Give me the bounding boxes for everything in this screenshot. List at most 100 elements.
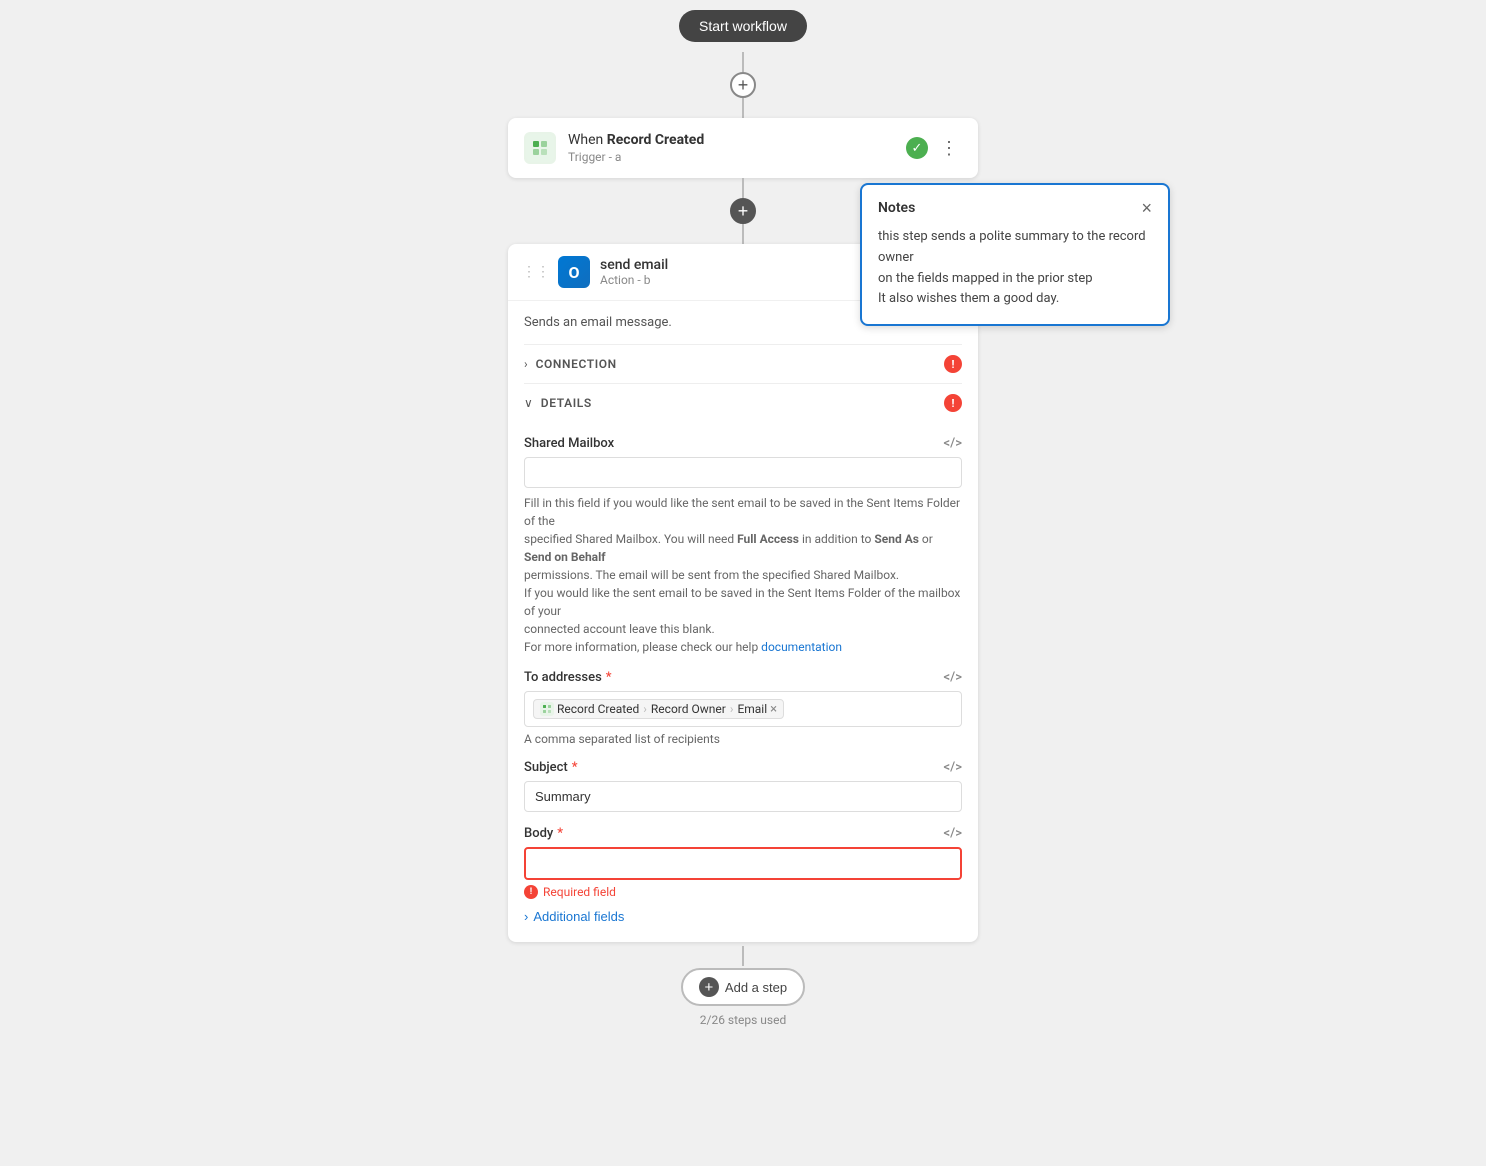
- start-workflow-button[interactable]: Start workflow: [679, 10, 807, 42]
- additional-fields-chevron: ›: [524, 909, 528, 924]
- add-step-section: + Add a step 2/26 steps used: [681, 946, 805, 1027]
- tag-email-label: Email: [737, 702, 767, 716]
- connection-chevron-right: ›: [524, 357, 528, 371]
- documentation-link[interactable]: documentation: [761, 640, 842, 654]
- body-group: Body * </> ! Required field: [524, 826, 962, 899]
- v-line-4: [742, 224, 744, 244]
- shared-mailbox-group: Shared Mailbox </> Fill in this field if…: [524, 436, 962, 656]
- drag-handle[interactable]: ⋮⋮: [522, 264, 550, 280]
- tag-remove-button[interactable]: ×: [770, 703, 777, 716]
- notes-header: Notes ×: [878, 199, 1152, 217]
- start-workflow-label: Start workflow: [699, 18, 787, 34]
- body-label-text: Body *: [524, 826, 563, 841]
- trigger-card: When Record Created Trigger - a ✓ ⋮: [508, 118, 978, 178]
- to-addresses-label: To addresses: [524, 670, 602, 685]
- to-addresses-group: To addresses * </>: [524, 670, 962, 746]
- details-section-left: ∨ DETAILS: [524, 396, 592, 410]
- subject-required: *: [572, 760, 578, 775]
- tag-record-created-label: Record Created: [557, 702, 639, 716]
- notes-line-1: this step sends a polite summary to the …: [878, 229, 1146, 265]
- body-error-text: Required field: [543, 885, 616, 899]
- details-section-row[interactable]: ∨ DETAILS !: [524, 383, 962, 422]
- body-label-row: Body * </>: [524, 826, 962, 841]
- middle-connector: +: [730, 178, 756, 244]
- subject-group: Subject * </>: [524, 760, 962, 812]
- action-body: Sends an email message. › CONNECTION ! ∨…: [508, 301, 978, 942]
- tag-icon-svg: [542, 704, 552, 714]
- shared-mailbox-code-toggle[interactable]: </>: [944, 436, 962, 451]
- additional-fields-button[interactable]: › Additional fields: [524, 899, 624, 928]
- body-label: Body: [524, 826, 553, 841]
- check-icon: ✓: [912, 141, 923, 156]
- trigger-header: When Record Created Trigger - a ✓ ⋮: [508, 118, 978, 178]
- close-icon: ×: [1141, 198, 1152, 218]
- trigger-info: When Record Created Trigger - a: [568, 132, 906, 164]
- action-title: send email: [600, 257, 880, 273]
- add-before-trigger-button[interactable]: +: [730, 72, 756, 98]
- notes-title: Notes: [878, 200, 915, 216]
- to-addresses-hint: A comma separated list of recipients: [524, 732, 962, 746]
- additional-fields-label: Additional fields: [533, 909, 624, 924]
- add-step-plus-icon: +: [699, 977, 719, 997]
- trigger-title-bold: Record Created: [607, 132, 704, 148]
- action-subtitle: Action - b: [600, 273, 880, 287]
- drag-icon: ⋮⋮: [522, 264, 550, 280]
- body-error-message: ! Required field: [524, 885, 962, 899]
- details-chevron-down: ∨: [524, 396, 533, 410]
- v-line-2: [742, 98, 744, 118]
- steps-used-label: 2/26 steps used: [700, 1013, 787, 1027]
- subject-label-row: Subject * </>: [524, 760, 962, 775]
- body-required: *: [557, 826, 563, 841]
- action-info: send email Action - b: [600, 257, 880, 287]
- body-error-icon: !: [524, 885, 538, 899]
- connection-section-row[interactable]: › CONNECTION !: [524, 344, 962, 383]
- notes-line-2: on the fields mapped in the prior step: [878, 271, 1093, 286]
- action-card: ⋮⋮ O send email Action - b !: [508, 244, 978, 942]
- shared-mailbox-label-text: Shared Mailbox: [524, 436, 614, 451]
- to-addresses-code-toggle[interactable]: </>: [944, 670, 962, 685]
- more-icon: ⋮: [940, 138, 958, 158]
- to-addresses-required: *: [606, 670, 612, 685]
- body-input[interactable]: [524, 847, 962, 880]
- details-warning-icon: !: [952, 397, 955, 410]
- trigger-pre-title: When: [568, 132, 607, 148]
- shared-mailbox-label: Shared Mailbox: [524, 436, 614, 451]
- trigger-icon-svg: [531, 139, 549, 157]
- subject-input[interactable]: [524, 781, 962, 812]
- to-addresses-input[interactable]: Record Created › Record Owner › Email ×: [524, 691, 962, 727]
- notes-close-button[interactable]: ×: [1141, 199, 1152, 217]
- trigger-subtitle: Trigger - a: [568, 150, 906, 164]
- body-code-toggle[interactable]: </>: [944, 826, 962, 841]
- add-step-button[interactable]: + Add a step: [681, 968, 805, 1006]
- connection-warning: !: [944, 355, 962, 373]
- connection-warning-icon: !: [952, 358, 955, 371]
- details-label: DETAILS: [541, 396, 592, 410]
- subject-code-toggle[interactable]: </>: [944, 760, 962, 775]
- trigger-status-check: ✓: [906, 137, 928, 159]
- shared-mailbox-input[interactable]: [524, 457, 962, 488]
- tag-record-owner-label: Record Owner: [651, 702, 726, 716]
- add-step-label: Add a step: [725, 980, 787, 995]
- trigger-more-button[interactable]: ⋮: [936, 137, 962, 159]
- v-line-3: [742, 178, 744, 198]
- outlook-icon: O: [558, 256, 590, 288]
- shared-mailbox-label-row: Shared Mailbox </>: [524, 436, 962, 451]
- trigger-title: When Record Created: [568, 132, 906, 148]
- details-warning: !: [944, 394, 962, 412]
- plus-icon-2: +: [738, 202, 749, 220]
- to-addresses-label-text: To addresses *: [524, 670, 612, 685]
- shared-mailbox-hint: Fill in this field if you would like the…: [524, 494, 962, 656]
- v-line-5: [742, 946, 744, 966]
- connection-section-left: › CONNECTION: [524, 357, 617, 371]
- notes-line-3: It also wishes them a good day.: [878, 291, 1059, 306]
- record-created-tag: Record Created › Record Owner › Email ×: [533, 699, 784, 719]
- notes-body: this step sends a polite summary to the …: [878, 227, 1152, 310]
- connection-label: CONNECTION: [536, 357, 617, 371]
- subject-label: Subject: [524, 760, 568, 775]
- trigger-icon-container: [524, 132, 556, 164]
- top-connector: +: [730, 52, 756, 118]
- trigger-actions: ✓ ⋮: [906, 137, 962, 159]
- to-addresses-label-row: To addresses * </>: [524, 670, 962, 685]
- v-line-1: [742, 52, 744, 72]
- add-between-button[interactable]: +: [730, 198, 756, 224]
